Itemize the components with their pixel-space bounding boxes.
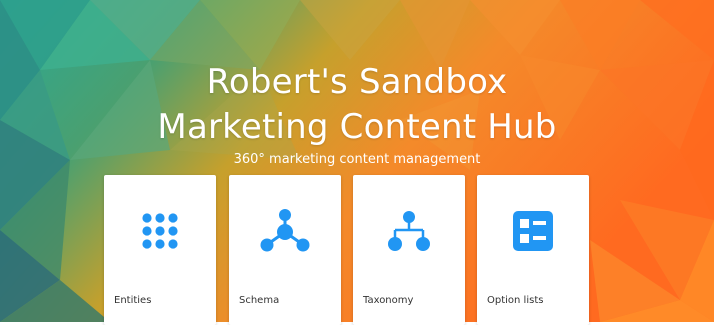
hub-name-title: Marketing Content Hub xyxy=(157,107,557,147)
schema-card-label: Schema xyxy=(239,295,280,306)
grid-dots-icon xyxy=(104,207,216,255)
schema-card[interactable]: Schema xyxy=(229,175,341,325)
hub-tagline: 360° marketing content management xyxy=(233,152,481,167)
taxonomy-card-label: Taxonomy xyxy=(363,295,414,306)
option-list-icon xyxy=(477,207,589,255)
hub-owner-title: Robert's Sandbox xyxy=(206,62,508,102)
taxonomy-card[interactable]: Taxonomy xyxy=(353,175,465,325)
entities-card-label: Entities xyxy=(114,295,152,306)
schema-nodes-icon xyxy=(229,207,341,255)
entities-card[interactable]: Entities xyxy=(104,175,216,325)
option-lists-card[interactable]: Option lists xyxy=(477,175,589,325)
option-lists-card-label: Option lists xyxy=(487,295,544,306)
taxonomy-tree-icon xyxy=(353,207,465,255)
